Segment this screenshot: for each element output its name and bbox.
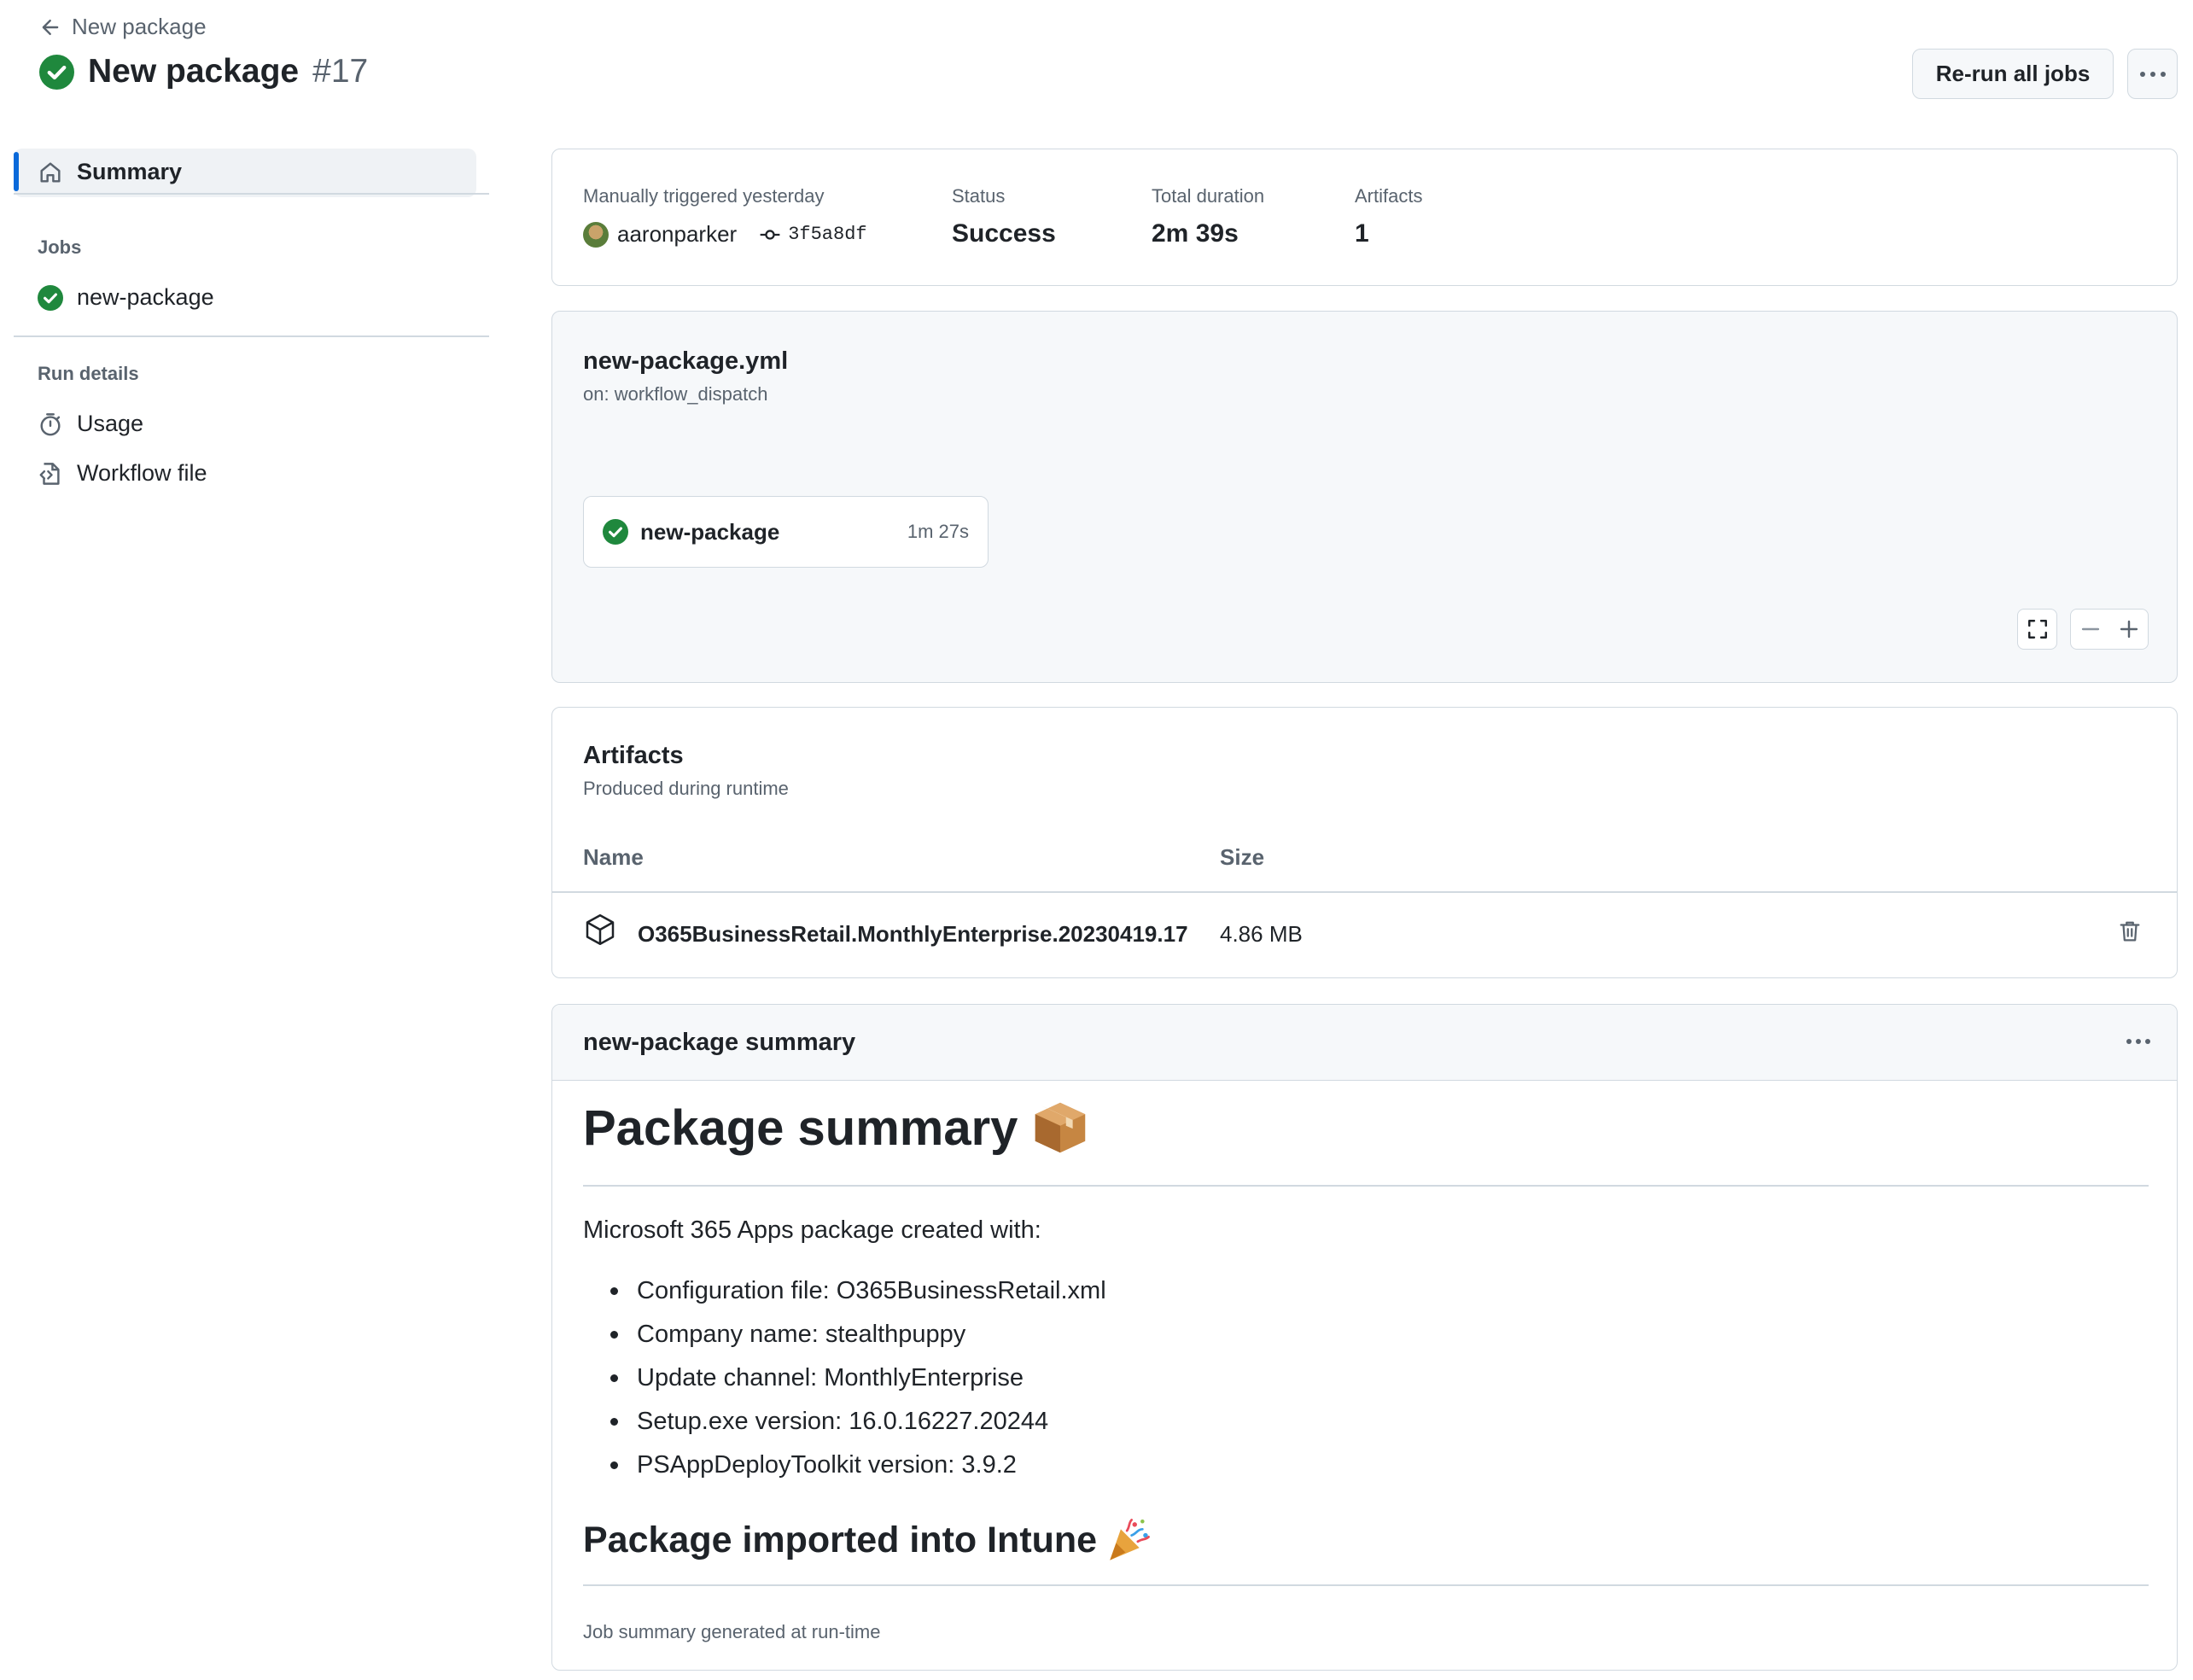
sidebar-divider — [14, 335, 489, 337]
summary-heading-2: Package imported into Intune — [583, 1515, 1153, 1565]
status-label: Status — [952, 185, 1006, 207]
actor-name[interactable]: aaronparker — [617, 221, 737, 248]
workflow-file-name: new-package.yml — [583, 347, 789, 375]
list-item: Configuration file: O365BusinessRetail.x… — [583, 1269, 1106, 1313]
sidebar-item-usage[interactable]: Usage — [38, 411, 143, 437]
rerun-all-jobs-button[interactable]: Re-run all jobs — [1912, 49, 2114, 99]
zoom-controls — [2070, 609, 2149, 650]
summary-list: Configuration file: O365BusinessRetail.x… — [583, 1269, 1106, 1487]
artifact-name-link[interactable]: O365BusinessRetail.MonthlyEnterprise.202… — [638, 921, 1188, 948]
job-duration: 1m 27s — [907, 521, 969, 542]
job-name: new-package — [640, 518, 780, 545]
column-header-name: Name — [583, 844, 644, 870]
table-divider — [552, 891, 2177, 893]
run-details-heading: Run details — [38, 363, 139, 384]
zoom-out-icon — [2081, 627, 2099, 631]
stopwatch-icon — [40, 412, 61, 435]
artifacts-count-label: Artifacts — [1355, 185, 1423, 207]
column-header-size: Size — [1220, 844, 1265, 870]
duration-label: Total duration — [1152, 185, 1265, 207]
summary-heading-2-text: Package imported into Intune — [583, 1519, 1098, 1560]
run-number: #17 — [312, 53, 369, 90]
artifacts-subtitle: Produced during runtime — [583, 778, 789, 799]
more-actions-button[interactable] — [2127, 49, 2178, 99]
artifact-size: 4.86 MB — [1220, 921, 1303, 947]
sidebar-item-label: Summary — [77, 159, 183, 184]
artifacts-title: Artifacts — [583, 742, 684, 769]
success-check-icon — [603, 519, 628, 545]
summary-heading: Package summary — [583, 1097, 1091, 1158]
package-icon — [586, 914, 615, 945]
page-title: New package — [88, 53, 300, 90]
list-item: Setup.exe version: 16.0.16227.20244 — [583, 1400, 1106, 1444]
artifacts-count-value[interactable]: 1 — [1355, 219, 1369, 248]
sidebar-active-indicator — [14, 152, 19, 191]
heading-rule — [583, 1185, 2149, 1187]
arrow-left-icon — [42, 19, 59, 35]
actor-row: aaronparker 3f5a8df — [583, 221, 867, 248]
commit-sha: 3f5a8df — [788, 224, 867, 245]
trigger-label: Manually triggered yesterday — [583, 185, 825, 207]
trash-icon[interactable] — [2117, 919, 2143, 944]
summary-intro: Microsoft 365 Apps package created with: — [583, 1216, 1041, 1244]
fullscreen-icon — [2027, 620, 2047, 639]
avatar — [583, 221, 609, 248]
sidebar-item-summary[interactable]: Summary — [38, 159, 182, 185]
success-check-icon — [38, 284, 63, 311]
heading-rule — [583, 1584, 2149, 1586]
artifacts-panel: Artifacts Produced during runtime Name S… — [551, 707, 2178, 978]
jobs-heading: Jobs — [38, 236, 82, 258]
duration-value: 2m 39s — [1152, 219, 1239, 248]
back-link[interactable]: New package — [39, 14, 207, 40]
commit-link[interactable]: 3f5a8df — [759, 224, 867, 246]
sidebar-divider — [14, 193, 489, 195]
summary-footer: Job summary generated at run-time — [583, 1621, 881, 1642]
sidebar-item-label: new-package — [77, 284, 214, 310]
table-row — [583, 913, 617, 947]
list-item: Company name: stealthpuppy — [583, 1313, 1106, 1356]
success-check-icon — [39, 54, 74, 90]
party-popper-icon — [1110, 1519, 1151, 1560]
list-item: PSAppDeployToolkit version: 3.9.2 — [583, 1444, 1106, 1487]
sidebar-item-label: Usage — [77, 411, 144, 436]
zoom-in-icon — [2120, 620, 2138, 639]
sidebar-item-job[interactable]: new-package — [38, 284, 214, 311]
sidebar-item-workflow-file[interactable]: Workflow file — [38, 460, 207, 487]
home-icon — [40, 161, 61, 183]
summary-header-title: new-package summary — [583, 1029, 856, 1056]
zoom-in-button[interactable] — [2109, 610, 2148, 649]
fullscreen-button[interactable] — [2017, 609, 2057, 650]
package-emoji-icon — [1035, 1102, 1086, 1153]
workflow-graph-panel: new-package.yml on: workflow_dispatch ne… — [551, 311, 2178, 683]
file-code-icon — [39, 462, 60, 485]
run-title: New package #17 — [39, 53, 368, 90]
zoom-out-button[interactable] — [2071, 610, 2109, 649]
git-commit-icon — [760, 229, 780, 240]
kebab-icon — [2139, 71, 2166, 77]
job-card[interactable]: new-package 1m 27s — [583, 496, 989, 568]
list-item: Update channel: MonthlyEnterprise — [583, 1356, 1106, 1400]
run-meta-panel: Manually triggered yesterday aaronparker… — [551, 149, 2178, 286]
back-link-label: New package — [72, 14, 207, 39]
sidebar-item-label: Workflow file — [77, 460, 207, 486]
kebab-icon[interactable] — [2122, 1025, 2155, 1058]
job-summary-panel: new-package summary Package summary Micr… — [551, 1004, 2178, 1671]
workflow-trigger: on: workflow_dispatch — [583, 383, 768, 405]
summary-heading-text: Package summary — [583, 1100, 1018, 1156]
status-value: Success — [952, 219, 1056, 248]
